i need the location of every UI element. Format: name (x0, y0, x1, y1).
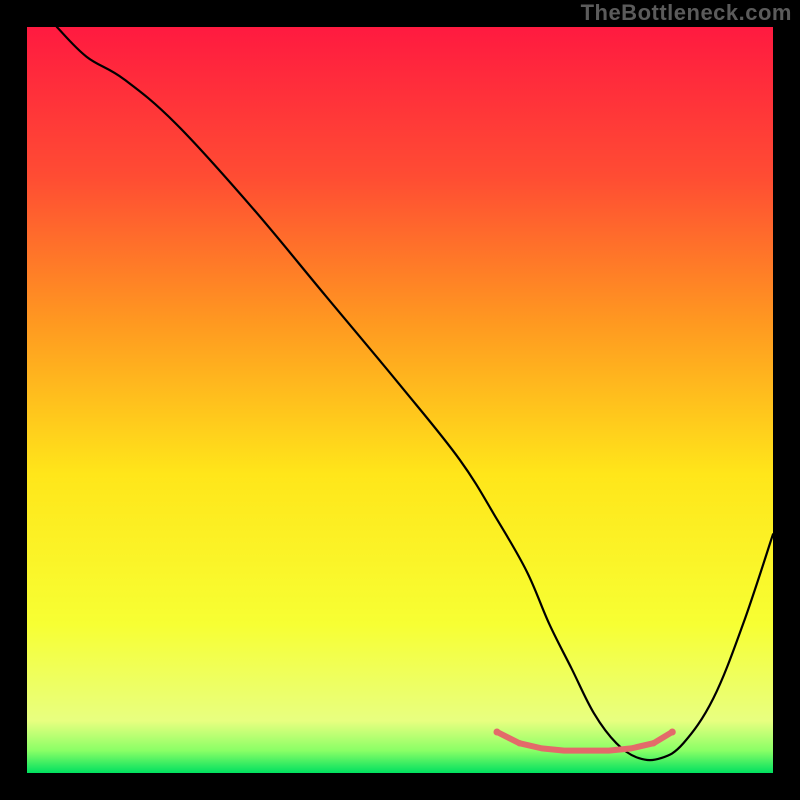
marker-dot (516, 740, 522, 746)
watermark-text: TheBottleneck.com (581, 0, 792, 26)
marker-dot (493, 728, 500, 735)
marker-dot (650, 740, 656, 746)
gradient-background (27, 27, 773, 773)
marker-dot (607, 749, 611, 753)
marker-dot (669, 728, 676, 735)
marker-dot (629, 746, 634, 751)
plot-area (27, 27, 773, 773)
chart-container: TheBottleneck.com (0, 0, 800, 800)
marker-dot (585, 749, 589, 753)
marker-dot (539, 746, 544, 751)
marker-dot (562, 749, 566, 753)
bottleneck-chart (27, 27, 773, 773)
